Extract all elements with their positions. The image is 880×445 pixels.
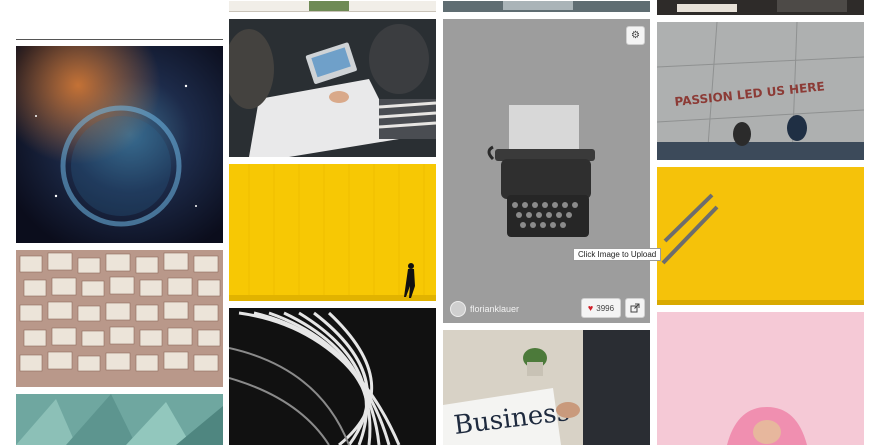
upload-tooltip: Click Image to Upload: [573, 248, 662, 261]
author-name: florianklauer: [470, 304, 520, 314]
photo-yellow-wall[interactable]: [229, 164, 436, 301]
photo-succulent[interactable]: [16, 394, 223, 445]
photo-laptop-partial[interactable]: [443, 0, 650, 12]
photo-business-newspaper[interactable]: Business: [443, 330, 650, 445]
photo-cactus-partial[interactable]: [229, 0, 436, 12]
photo-pink-hood[interactable]: [657, 312, 864, 445]
photo-open-books[interactable]: [16, 250, 223, 387]
open-external-button[interactable]: [625, 298, 645, 318]
gear-icon: ⚙: [631, 30, 640, 41]
photo-typewriter[interactable]: [443, 19, 650, 323]
photo-team-meeting[interactable]: [229, 19, 436, 157]
avatar: [450, 301, 466, 317]
settings-button[interactable]: ⚙: [626, 26, 645, 45]
photo-architecture[interactable]: [229, 308, 436, 445]
photo-desk-partial[interactable]: [657, 0, 864, 15]
external-link-icon: [630, 303, 640, 313]
photo-author[interactable]: florianklauer: [450, 301, 519, 317]
photo-pencils-yellow[interactable]: [657, 167, 864, 305]
photo-bubble-nebula[interactable]: [16, 46, 223, 243]
like-button[interactable]: ♥ 3996: [581, 298, 621, 318]
photo-passion-floor[interactable]: PASSION LED US HERE: [657, 22, 864, 160]
heart-icon: ♥: [587, 303, 594, 313]
like-count: 3996: [596, 303, 615, 313]
column-divider: [16, 39, 223, 40]
